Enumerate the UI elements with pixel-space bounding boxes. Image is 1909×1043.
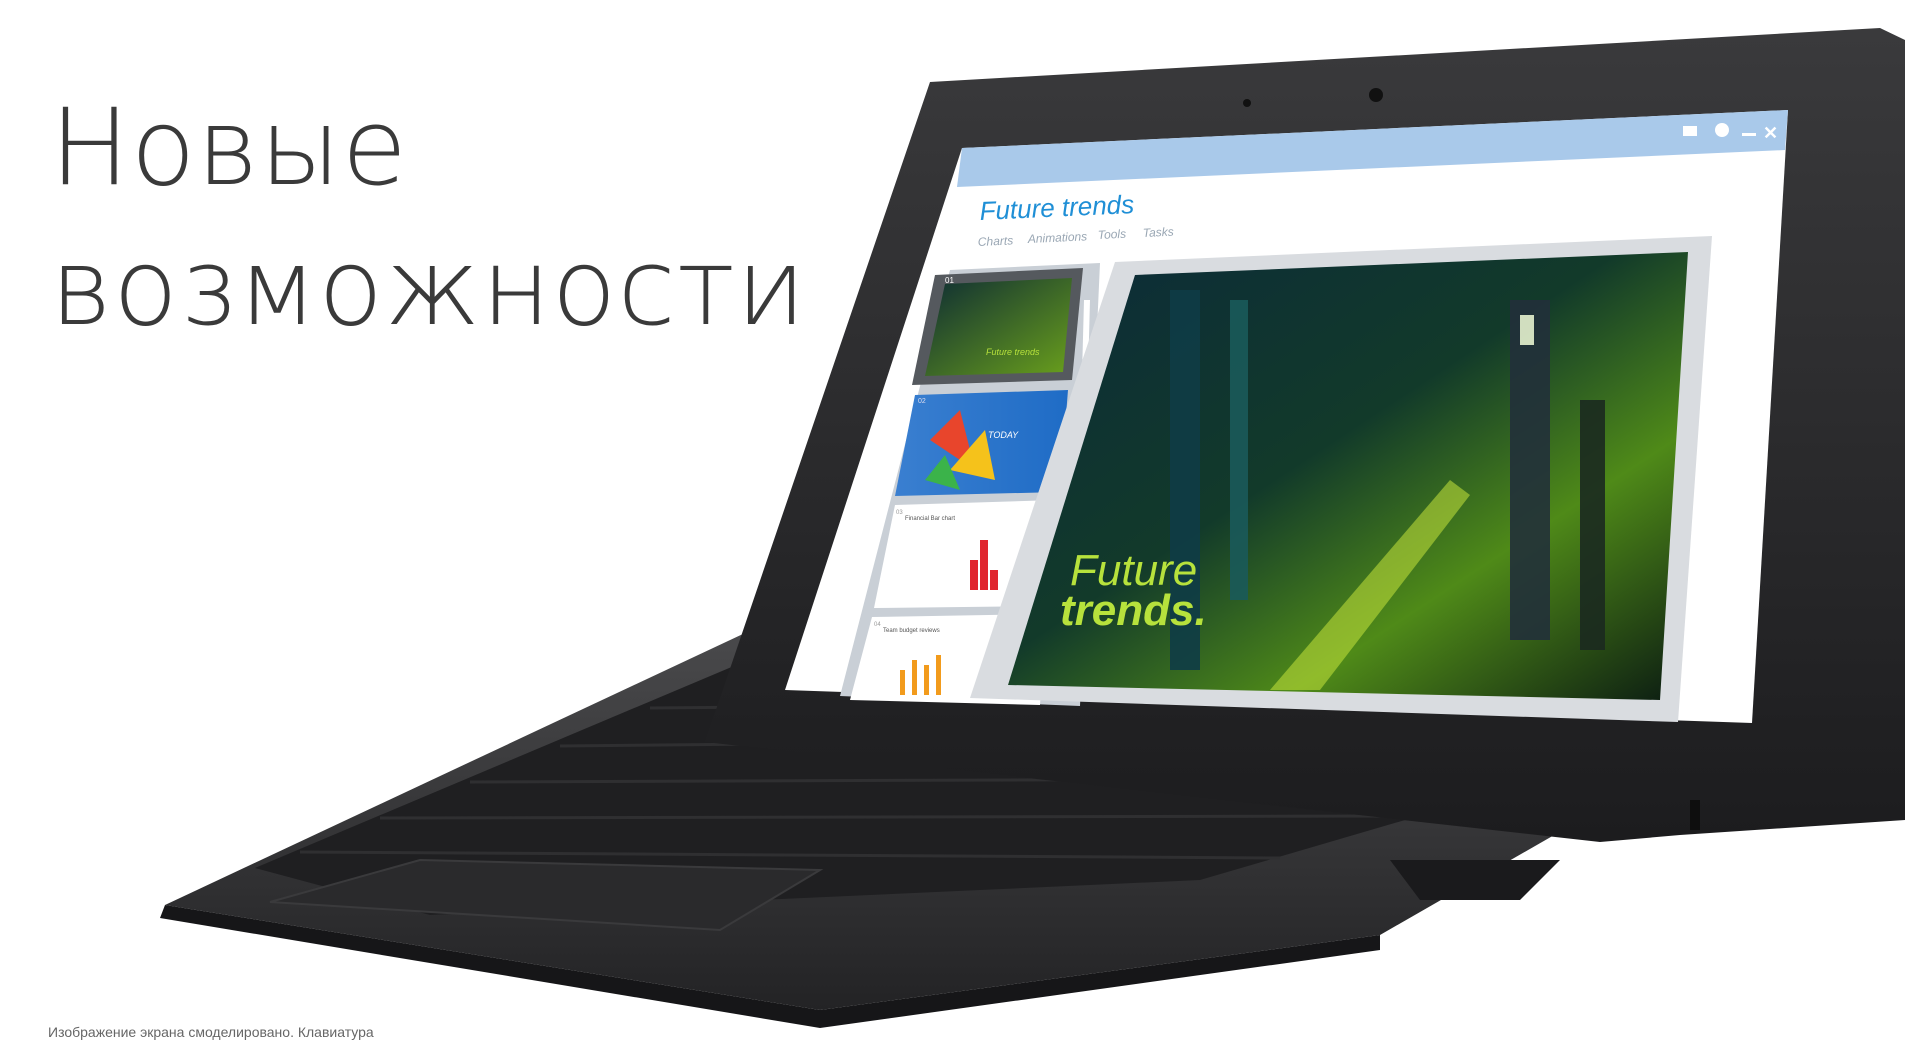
slide-thumb-2-number: 02 — [918, 398, 926, 405]
gear-icon[interactable] — [1715, 123, 1729, 137]
sensor-dot — [1243, 99, 1251, 107]
slide-thumb-3-number: 03 — [896, 510, 903, 516]
slide-thumb-2-caption: TODAY — [988, 430, 1019, 440]
tab-animations[interactable]: Animations — [1027, 229, 1088, 246]
tab-tools[interactable]: Tools — [1098, 227, 1127, 242]
tab-tasks[interactable]: Tasks — [1143, 225, 1175, 240]
slide-thumb-1-caption: Future trends — [986, 347, 1040, 357]
main-slide-title-line-2: trends. — [1060, 586, 1207, 635]
slide-thumb-1-number: 01 — [945, 276, 954, 285]
slide-thumb-1[interactable] — [925, 278, 1072, 376]
tablet-photo: ✕ Future trends Charts Animations Tools … — [160, 28, 1905, 1028]
close-icon[interactable]: ✕ — [1763, 123, 1778, 143]
mail-icon[interactable] — [1683, 126, 1697, 136]
slide-thumb-3-caption: Financial Bar chart — [905, 516, 955, 522]
slide-thumb-4-caption: Team budget reviews — [883, 628, 940, 634]
disclaimer-caption: Изображение экрана смоделировано. Клавиа… — [48, 1024, 374, 1040]
minimize-icon[interactable] — [1742, 133, 1756, 136]
tab-charts[interactable]: Charts — [978, 233, 1014, 249]
slide-thumb-4-number: 04 — [874, 622, 881, 628]
side-port — [1690, 800, 1700, 830]
hinge-stand — [1390, 860, 1560, 900]
camera-dot — [1369, 88, 1383, 102]
